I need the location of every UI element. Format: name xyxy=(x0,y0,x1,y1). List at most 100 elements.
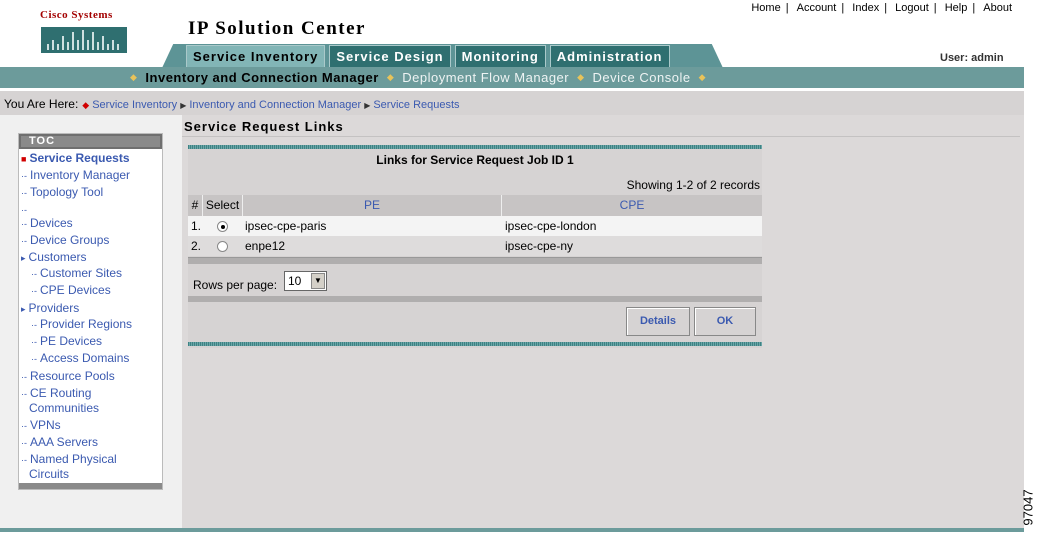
toc-item-service-requests[interactable]: ■ Service Requests xyxy=(21,151,130,167)
table-header: # Select PE CPE xyxy=(188,195,762,216)
expand-icon[interactable]: ▸ xyxy=(21,253,26,263)
bottom-bar xyxy=(0,528,1024,532)
top-link-account[interactable]: Account xyxy=(792,2,842,14)
row-select-radio[interactable] xyxy=(217,241,228,252)
column-header-cpe[interactable]: CPE xyxy=(502,195,762,216)
toc-item-ce-routing-communities-line2[interactable]: Communities xyxy=(29,401,99,416)
toc-item-pe-devices[interactable]: ·- PE Devices xyxy=(31,334,102,350)
title-divider xyxy=(182,136,1020,137)
rows-per-page-value: 10 xyxy=(288,274,302,288)
bullet-icon: ·- xyxy=(21,455,27,465)
rows-per-page-select[interactable]: 10 ▼ xyxy=(284,271,327,291)
toc-item-provider-regions[interactable]: ·- Provider Regions xyxy=(31,317,132,333)
table-title: Links for Service Request Job ID 1 xyxy=(376,153,574,167)
arrow-right-icon: ▶ xyxy=(180,101,187,110)
app-title: IP Solution Center xyxy=(188,18,366,39)
toc-item-devices[interactable]: ·- Devices xyxy=(21,216,73,232)
toc-item-topology-tool[interactable]: ·- Topology Tool xyxy=(21,185,103,201)
bullet-icon: ·- xyxy=(21,236,27,246)
figure-number: 97047 xyxy=(1020,489,1036,526)
toc-item-vpns[interactable]: ·- VPNs xyxy=(21,418,61,434)
bullet-icon: ·- xyxy=(31,337,37,347)
top-links: Home | Account | Index | Logout | Help | Abou… xyxy=(746,2,1017,14)
ok-button[interactable]: OK xyxy=(694,307,756,336)
row-number: 2. xyxy=(191,239,202,253)
button-bar-divider xyxy=(188,296,762,302)
column-header-number: # xyxy=(188,195,203,216)
subnav-device-console[interactable]: Device Console xyxy=(593,70,691,85)
service-request-links-panel: Links for Service Request Job ID 1 Showi… xyxy=(188,145,762,348)
user-label: User: admin xyxy=(940,52,1004,64)
toc-item-customers[interactable]: ▸ Customers xyxy=(21,250,87,266)
subnav-deployment-flow-manager[interactable]: Deployment Flow Manager xyxy=(402,70,569,85)
toc-item-customer-sites[interactable]: ·- Customer Sites xyxy=(31,266,122,282)
logo-bars-graphic xyxy=(41,27,127,53)
top-link-help[interactable]: Help xyxy=(940,2,973,14)
tab-service-design[interactable]: Service Design xyxy=(329,45,451,67)
bullet-icon: ·- xyxy=(21,188,27,198)
rows-per-page-label: Rows per page: xyxy=(193,278,278,292)
diamond-icon: ◆ xyxy=(82,100,90,110)
cisco-logo: Cisco Systems xyxy=(40,9,130,55)
top-link-logout[interactable]: Logout xyxy=(890,2,934,14)
chevron-down-icon[interactable]: ▼ xyxy=(311,273,325,289)
top-link-about[interactable]: About xyxy=(978,2,1017,14)
bullet-icon: ·- xyxy=(21,389,27,399)
arrow-right-icon: ▶ xyxy=(364,101,371,110)
bullet-icon: ·- xyxy=(31,286,37,296)
toc-item-resource-pools[interactable]: ·- Resource Pools xyxy=(21,369,115,385)
tab-service-inventory[interactable]: Service Inventory xyxy=(186,45,326,67)
toc-panel: TOC ■ Service Requests ·- Inventory Manage… xyxy=(18,133,163,490)
row-pe: ipsec-cpe-paris xyxy=(245,219,327,233)
toc-item-aaa-servers[interactable]: ·- AAA Servers xyxy=(21,435,98,451)
toc-item-ce-routing-communities[interactable]: ·- CE Routing xyxy=(21,386,91,402)
subnav-inventory-connection-manager[interactable]: Inventory and Connection Manager xyxy=(145,70,378,85)
bullet-icon: ·- xyxy=(31,354,37,364)
bullet-icon: ◆ xyxy=(386,72,395,82)
bullet-icon: ·- xyxy=(21,219,27,229)
toc-item-providers[interactable]: ▸ Providers xyxy=(21,301,79,317)
toc-item-named-physical-circuits[interactable]: ·- Named Physical xyxy=(21,452,117,468)
table-row: 1. ipsec-cpe-paris ipsec-cpe-london xyxy=(188,216,762,236)
rows-per-page-divider xyxy=(188,257,762,264)
bullet-icon: ·- xyxy=(21,421,27,431)
bullet-icon: ·- xyxy=(21,372,27,382)
toc-item-cpe-devices[interactable]: ·- CPE Devices xyxy=(31,283,111,299)
breadcrumb-service-inventory[interactable]: Service Inventory xyxy=(92,99,177,111)
row-cpe: ipsec-cpe-london xyxy=(505,219,597,233)
toc-footer xyxy=(19,483,162,489)
row-cpe: ipsec-cpe-ny xyxy=(505,239,574,253)
breadcrumb-service-requests[interactable]: Service Requests xyxy=(373,99,459,111)
panel-top-stripe xyxy=(188,145,762,149)
toc-item-named-physical-circuits-line2[interactable]: Circuits xyxy=(29,467,69,482)
bullet-icon: ·- xyxy=(21,438,27,448)
panel-bottom-stripe xyxy=(188,342,762,346)
column-header-select: Select xyxy=(203,195,243,216)
row-select-radio[interactable] xyxy=(217,221,228,232)
subnav-items: ◆ Inventory and Connection Manager ◆ Dep… xyxy=(122,70,714,85)
bullet-icon: ◆ xyxy=(577,72,585,82)
breadcrumb-inventory-connection-manager[interactable]: Inventory and Connection Manager xyxy=(189,99,361,111)
bullet-icon: ·- xyxy=(21,205,27,215)
row-number: 1. xyxy=(191,219,202,233)
toc-item-inventory-manager[interactable]: ·- Inventory Manager xyxy=(21,168,130,184)
top-link-home[interactable]: Home xyxy=(746,2,785,14)
details-button[interactable]: Details xyxy=(626,307,690,336)
bullet-icon: ■ xyxy=(21,154,27,164)
bullet-icon: ◆ xyxy=(130,72,138,82)
breadcrumb: You Are Here: ◆ Service Inventory ▶ Inventor… xyxy=(4,97,460,111)
row-pe: enpe12 xyxy=(245,239,286,253)
bullet-icon: ·- xyxy=(21,171,27,181)
column-header-pe[interactable]: PE xyxy=(243,195,502,216)
top-link-index[interactable]: Index xyxy=(847,2,884,14)
bullet-icon: ·- xyxy=(31,320,37,330)
toc-item-device-groups[interactable]: ·- Device Groups xyxy=(21,233,109,249)
tab-administration[interactable]: Administration xyxy=(549,45,670,67)
tab-monitoring[interactable]: Monitoring xyxy=(454,45,546,67)
bullet-icon: ◆ xyxy=(698,72,707,82)
expand-icon[interactable]: ▸ xyxy=(21,304,26,314)
page-title: Service Request Links xyxy=(184,119,344,134)
logo-text: Cisco Systems xyxy=(40,9,113,21)
toc-item-access-domains[interactable]: ·- Access Domains xyxy=(31,351,129,367)
bullet-icon: ·- xyxy=(31,269,37,279)
